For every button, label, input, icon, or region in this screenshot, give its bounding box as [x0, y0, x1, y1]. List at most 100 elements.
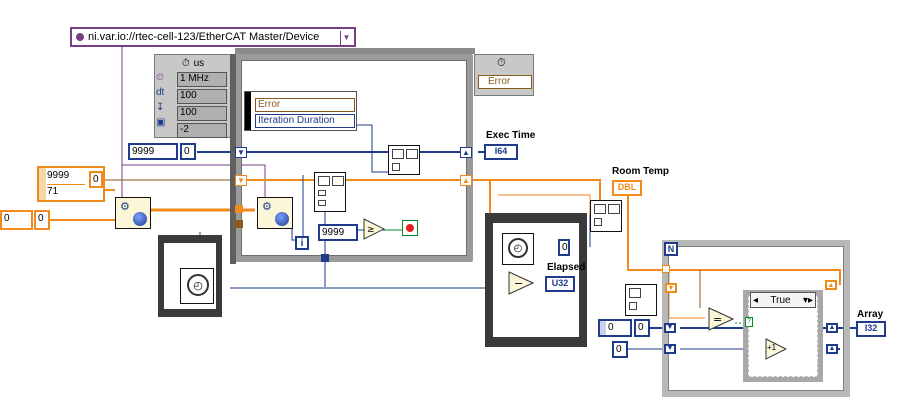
priority-index[interactable]: 0	[180, 143, 196, 160]
error-tunnel	[235, 220, 243, 228]
float-tunnel-right: ▲	[460, 175, 472, 186]
iteration-terminal: i	[295, 236, 309, 250]
increment-label: +1	[767, 343, 777, 352]
left-node-iteration-duration-item[interactable]: Iteration Duration	[255, 114, 355, 128]
stop-icon	[406, 224, 414, 232]
array-label: Array	[857, 309, 884, 320]
for-tunnel-float	[662, 265, 670, 273]
priority-constant[interactable]: 9999	[128, 143, 178, 160]
shift-register-right: ▲	[825, 280, 837, 290]
timing-values: 1 MHz 100 100 -2	[177, 72, 227, 138]
resource-path-text: ni.var.io://rtec-cell-123/EtherCAT Maste…	[88, 31, 320, 43]
elapsed-constant[interactable]: 0	[558, 239, 570, 256]
array-control[interactable]: 9999 71 0	[37, 166, 105, 202]
increment-node[interactable]: +1	[765, 338, 788, 360]
shift-tunnel	[235, 205, 243, 213]
bundle-cell	[629, 302, 637, 310]
array-value-0[interactable]: 9999	[47, 169, 85, 183]
timed-loop-left-data-node[interactable]: Error Iteration Duration	[244, 91, 357, 131]
bundle-cell	[392, 149, 404, 159]
node-bar	[245, 92, 251, 130]
cpu-icon: ▣	[156, 117, 166, 128]
timing-icons: ⏲ dt ↧ ▣	[156, 72, 176, 134]
bundle-cell	[318, 190, 326, 196]
case-selector[interactable]: ◂ True ▾▸	[750, 292, 816, 308]
shift-register-left-blue-2: ▼	[664, 344, 676, 354]
bundle-node-mid[interactable]	[314, 172, 346, 212]
stop-condition-terminal[interactable]	[402, 220, 418, 236]
array-input-value[interactable]: 0	[634, 319, 650, 337]
offset-icon: ↧	[156, 102, 165, 113]
case-next-icon[interactable]: ▾▸	[803, 295, 813, 306]
scalar-control[interactable]: 0	[0, 210, 33, 230]
stopwatch-icon: ◴	[187, 274, 209, 296]
array-index-value[interactable]: 0	[89, 171, 103, 188]
timed-loop-right-node[interactable]: ⏱ Error	[474, 54, 534, 96]
array-value-1[interactable]: 71	[47, 184, 85, 198]
bundle-cell	[392, 163, 400, 171]
shift-register-left: ▼	[665, 283, 677, 293]
array-input-index[interactable]: 0	[608, 321, 626, 335]
subtract-node[interactable]: −	[508, 271, 535, 295]
bundle-cell	[629, 288, 641, 298]
globe-icon	[275, 212, 289, 226]
svg-text:−: −	[514, 277, 523, 290]
bundle-cell	[318, 176, 330, 186]
float-tunnel-left: ▼	[235, 175, 247, 186]
bundle-cell	[332, 176, 344, 186]
greater-equal-node[interactable]: ≥	[363, 218, 386, 240]
timing-config-node[interactable]: ⏱ us ⏲ dt ↧ ▣ 1 MHz 100 100 -2	[154, 54, 232, 138]
bundle-node-right[interactable]	[590, 200, 622, 232]
bundle-cell	[608, 204, 620, 214]
array-input-control[interactable]: 0	[598, 319, 632, 337]
globe-icon	[133, 212, 147, 226]
timing-dt-value[interactable]: 100	[177, 89, 227, 104]
loop-exit-tunnel	[321, 254, 329, 262]
resource-icon	[76, 33, 84, 41]
elapsed-indicator: U32	[545, 276, 575, 292]
equals-node[interactable]: =	[708, 307, 735, 331]
bundle-cell	[406, 149, 418, 159]
bundle-cell	[594, 204, 606, 214]
exec-time-indicator: I64	[484, 144, 518, 160]
timing-unit-label: us	[193, 57, 205, 69]
shift-register-right-blue: ▲	[826, 323, 838, 333]
init-constant[interactable]: 0	[612, 341, 628, 358]
bundle-cell	[594, 218, 602, 226]
stopwatch-icon-right: ⏱	[497, 57, 506, 69]
array-indicator: I32	[856, 321, 886, 337]
right-node-error-item[interactable]: Error	[478, 75, 532, 89]
elapsed-time-node[interactable]: ◴	[502, 233, 534, 265]
priority-tunnel: ▼	[235, 147, 247, 158]
left-node-error-item[interactable]: Error	[255, 98, 355, 112]
array-index-bar	[600, 321, 606, 335]
elapsed-label: Elapsed	[547, 262, 586, 273]
exec-time-label: Exec Time	[486, 130, 536, 141]
array-index-bar	[39, 168, 46, 200]
case-value: True	[770, 294, 791, 306]
clock-source-icon: ⏲	[156, 72, 164, 83]
dropdown-arrow-icon[interactable]: ▼	[340, 31, 352, 45]
tick-count-node[interactable]: ◴	[180, 268, 214, 304]
read-variable-node-2[interactable]: ⚙	[257, 197, 293, 229]
stop-constant[interactable]: 9999	[318, 224, 358, 241]
unbundle-node[interactable]	[625, 284, 657, 316]
svg-text:≥: ≥	[367, 225, 375, 235]
shift-register-right-blue-2: ▲	[826, 344, 838, 354]
resource-path-control[interactable]: ni.var.io://rtec-cell-123/EtherCAT Maste…	[70, 27, 356, 47]
stopwatch-icon: ⏱	[181, 57, 190, 69]
count-terminal: N	[664, 242, 678, 256]
room-temp-label: Room Temp	[612, 166, 670, 177]
timing-offset-value[interactable]: 100	[177, 106, 227, 121]
bundle-node-top[interactable]	[388, 145, 420, 175]
timing-cpu-value[interactable]: -2	[177, 123, 227, 138]
timing-source-value[interactable]: 1 MHz	[177, 72, 227, 87]
svg-text:=: =	[713, 313, 722, 326]
stopwatch-icon: ◴	[508, 238, 528, 258]
variable-icon: ⚙	[262, 201, 272, 213]
shift-register-left-blue: ▼	[664, 323, 676, 333]
read-variable-node-1[interactable]: ⚙	[115, 197, 151, 229]
scalar-index[interactable]: 0	[34, 210, 50, 230]
timed-loop-top-edge	[235, 48, 475, 54]
dt-icon: dt	[156, 87, 165, 98]
